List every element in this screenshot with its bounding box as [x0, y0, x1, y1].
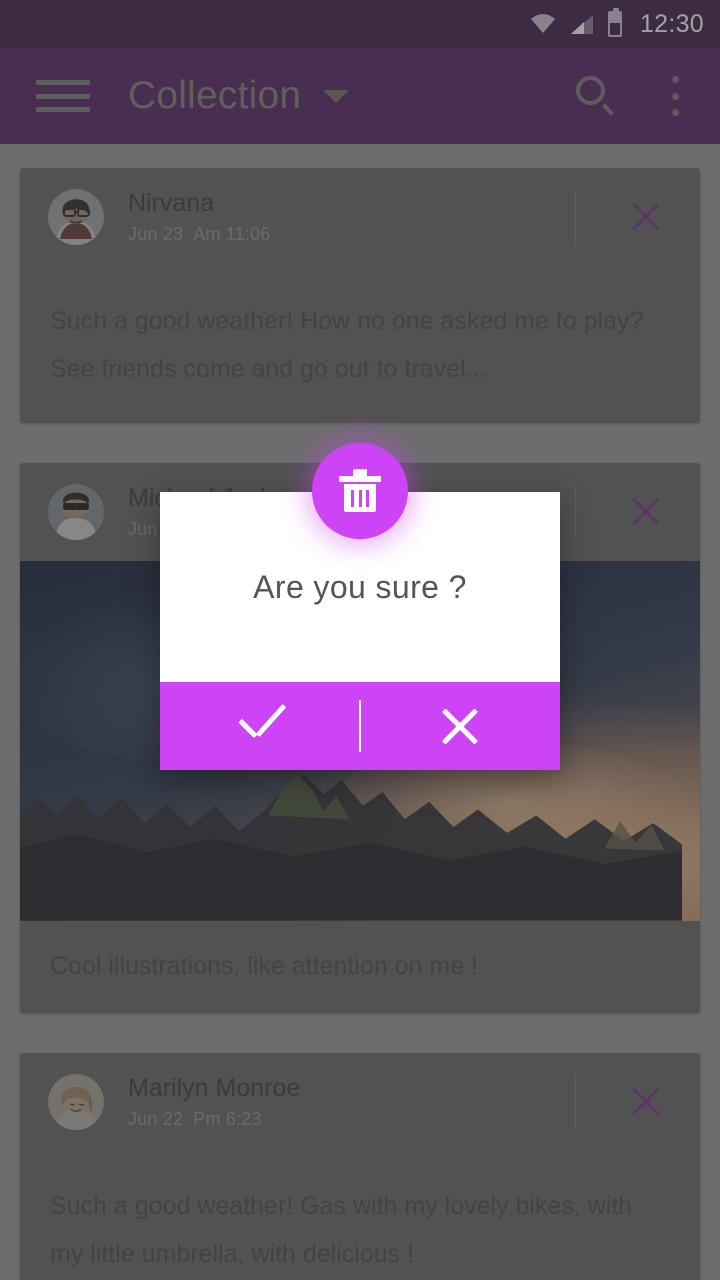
phone-screen: 12:30 Collection Nirvana Jun 23Am 11:06: [0, 0, 720, 1280]
check-icon: [232, 698, 288, 754]
cancel-button[interactable]: [360, 682, 560, 770]
divider: [359, 700, 361, 752]
trash-icon: [338, 469, 382, 513]
delete-badge-button[interactable]: [312, 443, 408, 539]
dialog-title: Are you sure ?: [253, 568, 467, 605]
close-icon: [437, 703, 483, 749]
dialog-actions: [160, 682, 560, 770]
confirm-button[interactable]: [160, 682, 360, 770]
